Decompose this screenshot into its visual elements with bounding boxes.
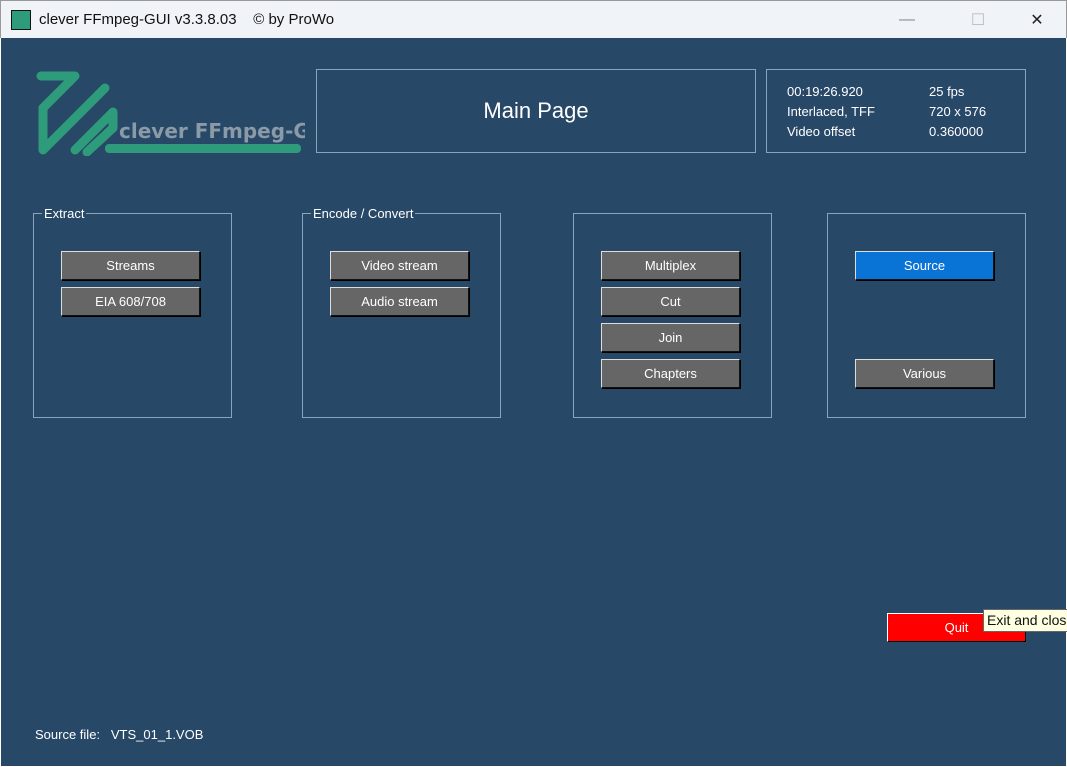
cut-button[interactable]: Cut — [601, 287, 740, 316]
video-offset-value: 0.360000 — [929, 124, 984, 139]
logo: clever FFmpeg-GUI — [35, 70, 333, 157]
source-file-value: VTS_01_1.VOB — [110, 727, 204, 742]
source-file-label: Source file: — [35, 727, 101, 742]
close-button[interactable]: ✕ — [1014, 1, 1060, 39]
encode-label: Encode / Convert — [311, 206, 416, 221]
ffmpeg-logo-icon: clever FFmpeg-GUI — [36, 71, 333, 157]
extract-label: Extract — [42, 206, 87, 221]
logo-text: clever FFmpeg-GUI — [119, 119, 305, 143]
multiplex-button[interactable]: Multiplex — [601, 251, 740, 280]
join-button[interactable]: Join — [601, 323, 740, 352]
source-button[interactable]: Source — [855, 251, 994, 280]
video-offset-label: Video offset — [787, 124, 856, 139]
title-bar: clever FFmpeg-GUI v3.3.8.03 © by ProWo —… — [0, 0, 1067, 38]
maximize-button[interactable]: ☐ — [955, 1, 1001, 39]
app-icon — [11, 9, 31, 30]
media-info-panel: 00:19:26.920 25 fps Interlaced, TFF 720 … — [766, 69, 1026, 153]
main-window: clever FFmpeg-GUI Main Page 00:19:26.920… — [1, 38, 1066, 766]
duration: 00:19:26.920 — [787, 84, 863, 99]
chapters-button[interactable]: Chapters — [601, 359, 740, 388]
eia-608-708-button[interactable]: EIA 608/708 — [61, 287, 200, 316]
scan-type: Interlaced, TFF — [787, 104, 875, 119]
quit-tooltip: Exit and close — [983, 609, 1067, 632]
various-button[interactable]: Various — [855, 359, 994, 388]
video-stream-button[interactable]: Video stream — [330, 251, 469, 280]
audio-stream-button[interactable]: Audio stream — [330, 287, 469, 316]
streams-button[interactable]: Streams — [61, 251, 200, 280]
minimize-button[interactable]: — — [884, 1, 930, 39]
source-file-status: Source file: VTS_01_1.VOB — [35, 727, 203, 742]
window-title: clever FFmpeg-GUI v3.3.8.03 © by ProWo — [39, 11, 335, 28]
fps: 25 fps — [929, 84, 965, 99]
resolution: 720 x 576 — [929, 104, 987, 119]
page-title: Main Page — [316, 69, 756, 153]
